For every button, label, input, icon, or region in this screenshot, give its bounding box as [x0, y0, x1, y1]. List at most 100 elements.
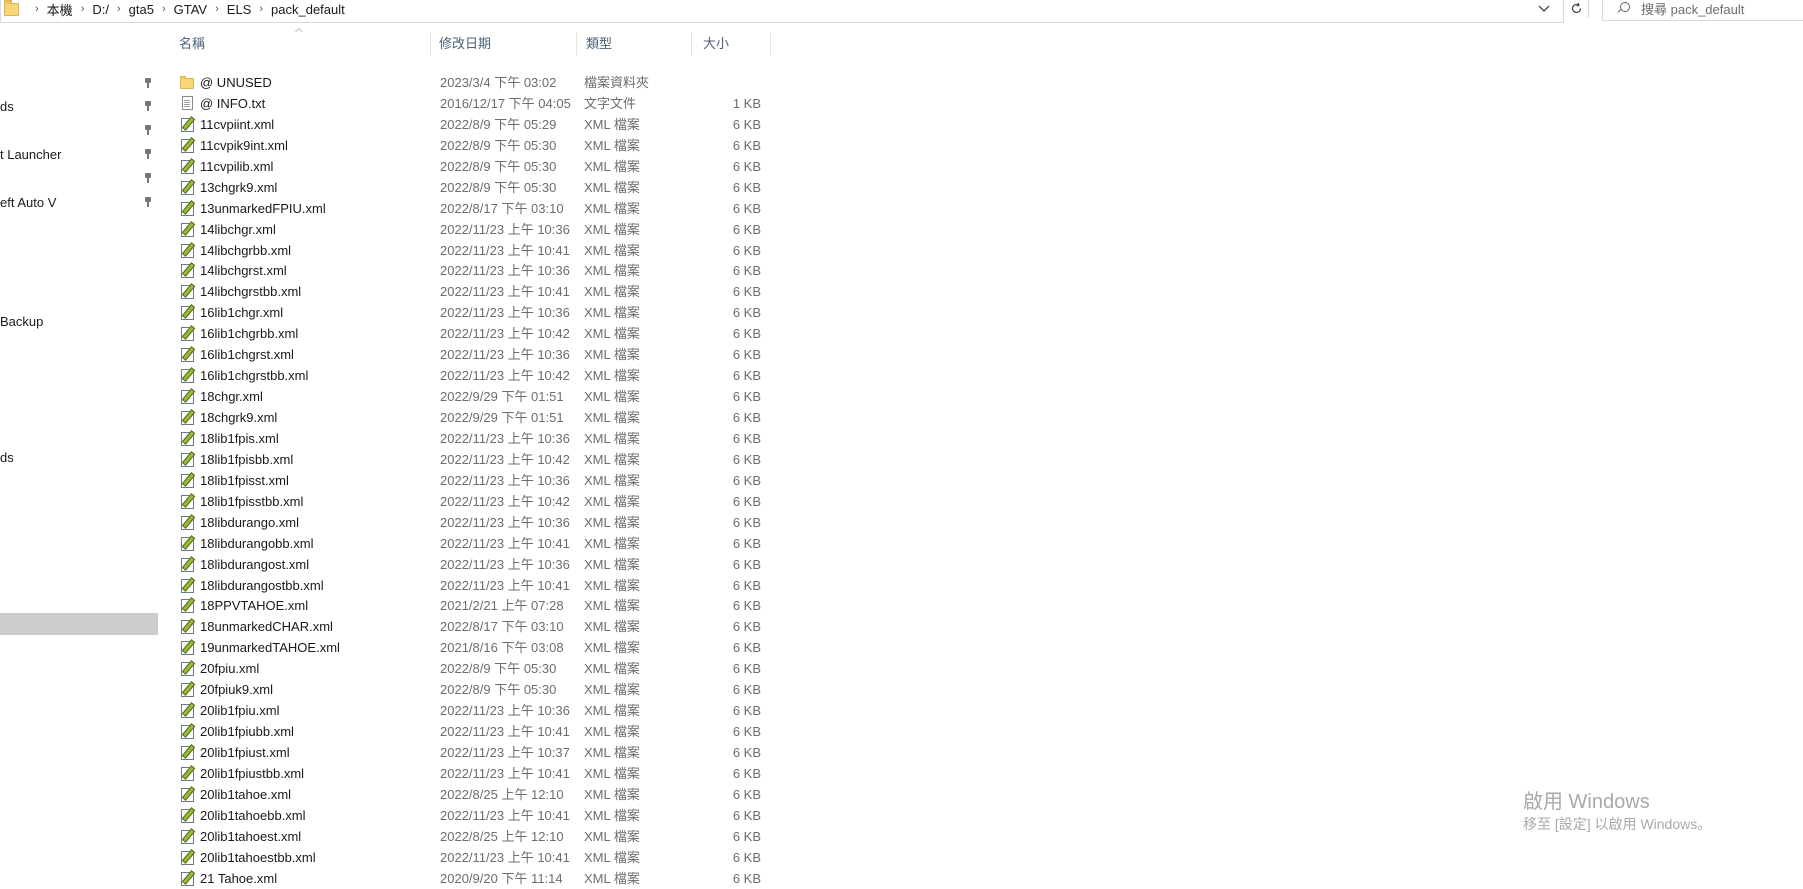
breadcrumb-item-this-pc[interactable]: 本機: [47, 0, 73, 19]
chevron-right-icon[interactable]: ›: [162, 3, 166, 15]
file-row[interactable]: 16lib1chgr.xml 2022/11/23 上午 10:36 XML 檔案 6…: [158, 302, 958, 323]
file-row[interactable]: 19unmarkedTAHOE.xml 2021/8/16 下午 03:08 XML…: [158, 637, 958, 658]
file-name: 18libdurangostbb.xml: [200, 577, 324, 593]
file-size: 6 KB: [732, 451, 761, 467]
file-type: XML 檔案: [584, 158, 640, 174]
file-row[interactable]: 14libchgr.xml 2022/11/23 上午 10:36 XML 檔案 6 …: [158, 219, 958, 240]
file-row[interactable]: 11cvpiint.xml 2022/8/9 下午 05:29 XML 檔案 6 KB: [158, 114, 958, 135]
file-row[interactable]: 20lib1fpiust.xml 2022/11/23 上午 10:37 XML 檔…: [158, 742, 958, 763]
file-row[interactable]: 18unmarkedCHAR.xml 2022/8/17 下午 03:10 XML …: [158, 616, 958, 637]
column-header-type[interactable]: 類型: [577, 32, 692, 56]
file-row[interactable]: 18lib1fpisstbb.xml 2022/11/23 上午 10:42 XML…: [158, 491, 958, 512]
file-row[interactable]: @ UNUSED 2023/3/4 下午 03:02 檔案資料夾: [158, 72, 958, 93]
column-header-name[interactable]: 名稱: [158, 32, 431, 56]
breadcrumb-item-pack-default[interactable]: pack_default: [271, 2, 345, 17]
file-row[interactable]: 20lib1tahoe.xml 2022/8/25 上午 12:10 XML 檔案 6…: [158, 784, 958, 805]
pin-icon[interactable]: [144, 197, 152, 207]
navigation-pane: ds t Launcher eft Auto V Backup ds: [0, 22, 158, 880]
refresh-icon: [1571, 2, 1581, 13]
search-input[interactable]: [1641, 1, 1791, 17]
file-row[interactable]: 20lib1tahoestbb.xml 2022/11/23 上午 10:41 XM…: [158, 847, 958, 868]
file-row[interactable]: 18chgrk9.xml 2022/9/29 下午 01:51 XML 檔案 6 KB: [158, 407, 958, 428]
file-date: 2021/8/16 下午 03:08: [440, 640, 564, 656]
pin-icon[interactable]: [144, 149, 152, 159]
column-header-size[interactable]: 大小: [692, 32, 771, 56]
nav-item-6[interactable]: eft Auto V: [0, 192, 158, 214]
breadcrumb-item-els[interactable]: ELS: [227, 2, 252, 17]
file-row[interactable]: 21 Tahoe.xml 2020/9/20 下午 11:14 XML 檔案 6 KB: [158, 868, 958, 889]
xml-file-icon: [180, 515, 195, 530]
nav-item-7[interactable]: Backup: [0, 311, 158, 333]
file-name: 21 Tahoe.xml: [200, 870, 278, 886]
file-row[interactable]: 18libdurangostbb.xml 2022/11/23 上午 10:41 X…: [158, 575, 958, 596]
file-date: 2022/11/23 上午 10:41: [440, 577, 570, 593]
pin-icon[interactable]: [144, 125, 152, 135]
column-header-date[interactable]: 修改日期: [431, 32, 577, 56]
file-row[interactable]: 18chgr.xml 2022/9/29 下午 01:51 XML 檔案 6 KB: [158, 386, 958, 407]
nav-item-2[interactable]: ds: [0, 96, 158, 118]
file-row[interactable]: 16lib1chgrbb.xml 2022/11/23 上午 10:42 XML 檔…: [158, 323, 958, 344]
file-size: 6 KB: [732, 389, 761, 405]
file-row[interactable]: 14libchgrst.xml 2022/11/23 上午 10:36 XML 檔案…: [158, 260, 958, 281]
breadcrumb-item-drive[interactable]: D:/: [92, 2, 109, 17]
nav-item-1[interactable]: [0, 73, 158, 95]
file-type: XML 檔案: [584, 661, 640, 677]
file-row[interactable]: 20lib1fpiustbb.xml 2022/11/23 上午 10:41 XML…: [158, 763, 958, 784]
refresh-button[interactable]: [1563, 0, 1589, 18]
file-size: 6 KB: [732, 535, 761, 551]
xml-file-icon: [180, 871, 195, 886]
file-size: 6 KB: [732, 137, 761, 153]
file-row[interactable]: 20lib1tahoebb.xml 2022/11/23 上午 10:41 XML …: [158, 805, 958, 826]
chevron-right-icon[interactable]: ›: [117, 3, 121, 15]
search-box[interactable]: [1602, 0, 1803, 21]
file-size: 6 KB: [732, 807, 761, 823]
pin-icon[interactable]: [144, 78, 152, 88]
file-row[interactable]: 13chgrk9.xml 2022/8/9 下午 05:30 XML 檔案 6 KB: [158, 177, 958, 198]
nav-selected-item[interactable]: [0, 613, 158, 635]
breadcrumb-item-gtav[interactable]: GTAV: [174, 2, 207, 17]
file-date: 2023/3/4 下午 03:02: [440, 75, 557, 90]
file-row[interactable]: 11cvpilib.xml 2022/8/9 下午 05:30 XML 檔案 6 KB: [158, 156, 958, 177]
file-date: 2022/11/23 上午 10:41: [440, 242, 570, 258]
file-row[interactable]: 18libdurangobb.xml 2022/11/23 上午 10:41 XML…: [158, 533, 958, 554]
nav-item-3[interactable]: [0, 120, 158, 142]
chevron-right-icon[interactable]: ›: [81, 3, 85, 15]
file-row[interactable]: 18lib1fpis.xml 2022/11/23 上午 10:36 XML 檔案 6…: [158, 428, 958, 449]
file-size: 6 KB: [732, 598, 761, 614]
pin-icon[interactable]: [144, 101, 152, 111]
file-row[interactable]: 18PPVTAHOE.xml 2021/2/21 上午 07:28 XML 檔案 6 …: [158, 595, 958, 616]
chevron-right-icon[interactable]: ›: [35, 3, 39, 15]
file-type: XML 檔案: [584, 284, 640, 300]
file-row[interactable]: 20fpiu.xml 2022/8/9 下午 05:30 XML 檔案 6 KB: [158, 658, 958, 679]
file-row[interactable]: 14libchgrstbb.xml 2022/11/23 上午 10:41 XML …: [158, 281, 958, 302]
address-history-button[interactable]: [1533, 0, 1555, 18]
nav-item-4[interactable]: t Launcher: [0, 144, 158, 166]
file-row[interactable]: 11cvpik9int.xml 2022/8/9 下午 05:30 XML 檔案 6 …: [158, 135, 958, 156]
file-date: 2016/12/17 下午 04:05: [440, 95, 571, 111]
chevron-right-icon[interactable]: ›: [215, 3, 219, 15]
file-row[interactable]: 18lib1fpisst.xml 2022/11/23 上午 10:36 XML 檔…: [158, 470, 958, 491]
file-row[interactable]: 20lib1tahoest.xml 2022/8/25 上午 12:10 XML 檔…: [158, 826, 958, 847]
file-type: XML 檔案: [584, 807, 640, 823]
file-row[interactable]: 14libchgrbb.xml 2022/11/23 上午 10:41 XML 檔案…: [158, 240, 958, 261]
file-row[interactable]: @ INFO.txt 2016/12/17 下午 04:05 文字文件 1 KB: [158, 93, 958, 114]
nav-item-8[interactable]: ds: [0, 447, 158, 469]
file-row[interactable]: 16lib1chgrst.xml 2022/11/23 上午 10:36 XML 檔…: [158, 344, 958, 365]
file-row[interactable]: 18libdurango.xml 2022/11/23 上午 10:36 XML 檔…: [158, 512, 958, 533]
file-type: XML 檔案: [584, 514, 640, 530]
file-row[interactable]: 18lib1fpisbb.xml 2022/11/23 上午 10:42 XML 檔…: [158, 449, 958, 470]
file-date: 2022/11/23 上午 10:36: [440, 556, 570, 572]
pin-icon[interactable]: [144, 173, 152, 183]
file-row[interactable]: 16lib1chgrstbb.xml 2022/11/23 上午 10:42 XML…: [158, 365, 958, 386]
breadcrumb-item-gta5[interactable]: gta5: [129, 2, 154, 17]
file-date: 2022/8/17 下午 03:10: [440, 619, 564, 635]
file-row[interactable]: 20fpiuk9.xml 2022/8/9 下午 05:30 XML 檔案 6 KB: [158, 679, 958, 700]
file-row[interactable]: 13unmarkedFPIU.xml 2022/8/17 下午 03:10 XML …: [158, 198, 958, 219]
file-size: 6 KB: [732, 305, 761, 321]
file-type: XML 檔案: [584, 221, 640, 237]
file-row[interactable]: 20lib1fpiubb.xml 2022/11/23 上午 10:41 XML 檔…: [158, 721, 958, 742]
file-row[interactable]: 18libdurangost.xml 2022/11/23 上午 10:36 XML…: [158, 554, 958, 575]
chevron-right-icon[interactable]: ›: [259, 3, 263, 15]
nav-item-5[interactable]: [0, 168, 158, 190]
file-row[interactable]: 20lib1fpiu.xml 2022/11/23 上午 10:36 XML 檔案 6…: [158, 700, 958, 721]
